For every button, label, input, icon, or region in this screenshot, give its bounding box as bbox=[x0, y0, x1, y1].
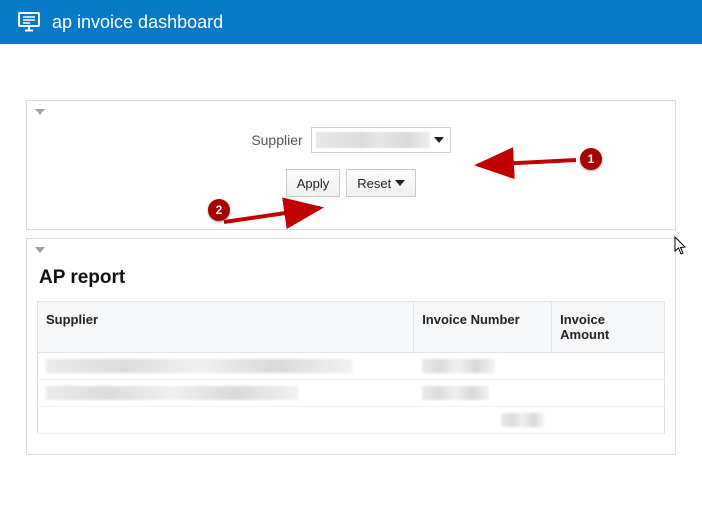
filter-panel: Supplier Apply Reset bbox=[26, 100, 676, 230]
report-panel: AP report Supplier Invoice Number Invoic… bbox=[26, 238, 676, 455]
apply-button-label: Apply bbox=[297, 176, 330, 191]
table-row[interactable] bbox=[38, 353, 665, 380]
supplier-select[interactable] bbox=[311, 127, 451, 153]
apply-button[interactable]: Apply bbox=[286, 169, 341, 197]
collapse-caret-icon[interactable] bbox=[35, 247, 45, 253]
chevron-down-icon bbox=[395, 180, 405, 186]
report-title: AP report bbox=[39, 267, 665, 289]
col-invoice-number[interactable]: Invoice Number bbox=[414, 302, 552, 353]
collapse-caret-icon[interactable] bbox=[35, 109, 45, 115]
reset-button[interactable]: Reset bbox=[346, 169, 416, 197]
page-title: ap invoice dashboard bbox=[52, 12, 223, 33]
table-row[interactable] bbox=[38, 380, 665, 407]
chevron-down-icon bbox=[434, 137, 444, 143]
cursor-icon bbox=[674, 236, 688, 256]
table-header-row: Supplier Invoice Number Invoice Amount bbox=[38, 302, 665, 353]
monitor-icon bbox=[18, 12, 40, 32]
annotation-badge-1: 1 bbox=[580, 148, 602, 170]
ap-report-table: Supplier Invoice Number Invoice Amount bbox=[37, 301, 665, 434]
supplier-label: Supplier bbox=[251, 132, 302, 148]
reset-button-label: Reset bbox=[357, 176, 391, 191]
annotation-badge-2: 2 bbox=[208, 199, 230, 221]
col-supplier[interactable]: Supplier bbox=[38, 302, 414, 353]
col-invoice-amount[interactable]: Invoice Amount bbox=[552, 302, 665, 353]
annotation-badge-1-label: 1 bbox=[588, 152, 595, 166]
supplier-select-value bbox=[316, 132, 430, 148]
annotation-badge-2-label: 2 bbox=[216, 203, 223, 217]
table-row[interactable] bbox=[38, 407, 665, 434]
app-header: ap invoice dashboard bbox=[0, 0, 702, 44]
